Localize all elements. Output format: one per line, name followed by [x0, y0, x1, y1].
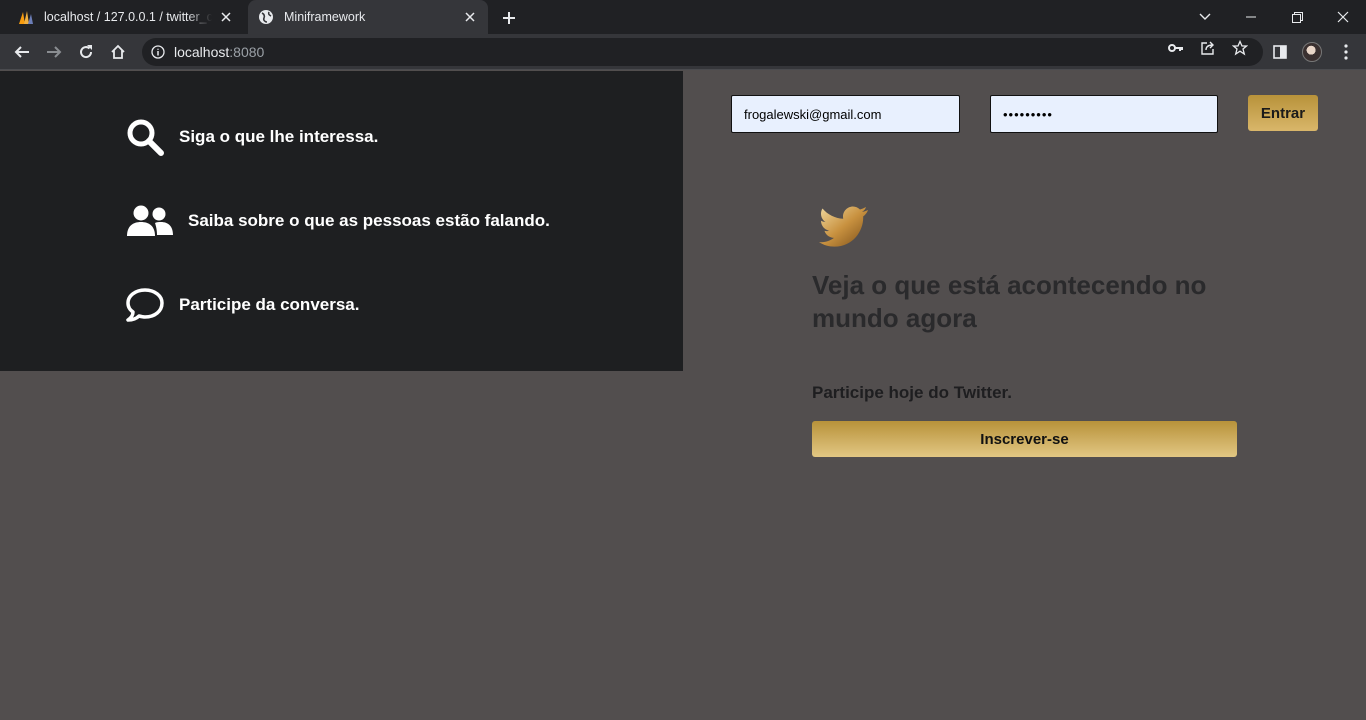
headline: Veja o que está acontecendo no mundo ago… — [812, 270, 1207, 333]
password-input[interactable] — [990, 95, 1218, 133]
feature-follow-interests: Siga o que lhe interessa. — [125, 117, 378, 157]
tab-miniframework[interactable]: Miniframework — [248, 0, 488, 34]
tab-phpmyadmin[interactable]: localhost / 127.0.0.1 / twitter_clone — [8, 0, 244, 34]
address-bar[interactable]: localhost:8080 — [142, 38, 1263, 66]
tab-title: localhost / 127.0.0.1 / twitter_clone — [44, 10, 212, 24]
signup-button[interactable]: Inscrever-se — [812, 421, 1237, 457]
reload-icon[interactable] — [72, 38, 100, 66]
new-tab-icon[interactable] — [498, 7, 520, 29]
feature-text: Siga o que lhe interessa. — [179, 127, 379, 146]
minimize-icon[interactable] — [1228, 0, 1274, 34]
phpmyadmin-favicon-icon — [18, 9, 34, 25]
users-icon — [125, 201, 175, 241]
kebab-menu-icon[interactable] — [1336, 42, 1356, 62]
feature-text: Participe da conversa. — [179, 295, 360, 314]
close-tab-icon[interactable] — [462, 9, 478, 25]
join-subheading: Participe hoje do Twitter. — [812, 383, 1012, 402]
site-info-icon[interactable] — [150, 44, 166, 60]
browser-tab-strip: localhost / 127.0.0.1 / twitter_clone Mi… — [0, 0, 1366, 34]
back-arrow-icon[interactable] — [8, 38, 36, 66]
tab-search-chevron-icon[interactable] — [1182, 0, 1228, 34]
login-button[interactable]: Entrar — [1248, 95, 1318, 131]
key-icon[interactable] — [1168, 40, 1184, 56]
address-url: localhost:8080 — [174, 44, 265, 60]
share-icon[interactable] — [1200, 40, 1216, 56]
feature-join-conversation: Participe da conversa. — [125, 285, 359, 325]
email-input[interactable] — [731, 95, 960, 133]
features-panel: Siga o que lhe interessa. Saiba sobre o … — [0, 71, 683, 371]
globe-icon — [258, 9, 274, 25]
forward-arrow-icon[interactable] — [40, 38, 68, 66]
feature-people-talking: Saiba sobre o que as pessoas estão falan… — [125, 201, 550, 241]
close-window-icon[interactable] — [1320, 0, 1366, 34]
profile-avatar[interactable] — [1302, 42, 1322, 62]
restore-icon[interactable] — [1274, 0, 1320, 34]
page-content: Siga o que lhe interessa. Saiba sobre o … — [0, 71, 1366, 720]
close-tab-icon[interactable] — [218, 9, 234, 25]
tab-title: Miniframework — [284, 10, 366, 24]
bookmark-star-icon[interactable] — [1232, 40, 1248, 56]
search-icon — [125, 117, 165, 157]
side-panel-icon[interactable] — [1270, 42, 1290, 62]
bird-logo-icon — [815, 204, 871, 250]
feature-text: Saiba sobre o que as pessoas estão falan… — [188, 211, 550, 230]
home-icon[interactable] — [104, 38, 132, 66]
browser-toolbar: localhost:8080 — [0, 34, 1366, 70]
chat-bubble-icon — [125, 285, 165, 325]
